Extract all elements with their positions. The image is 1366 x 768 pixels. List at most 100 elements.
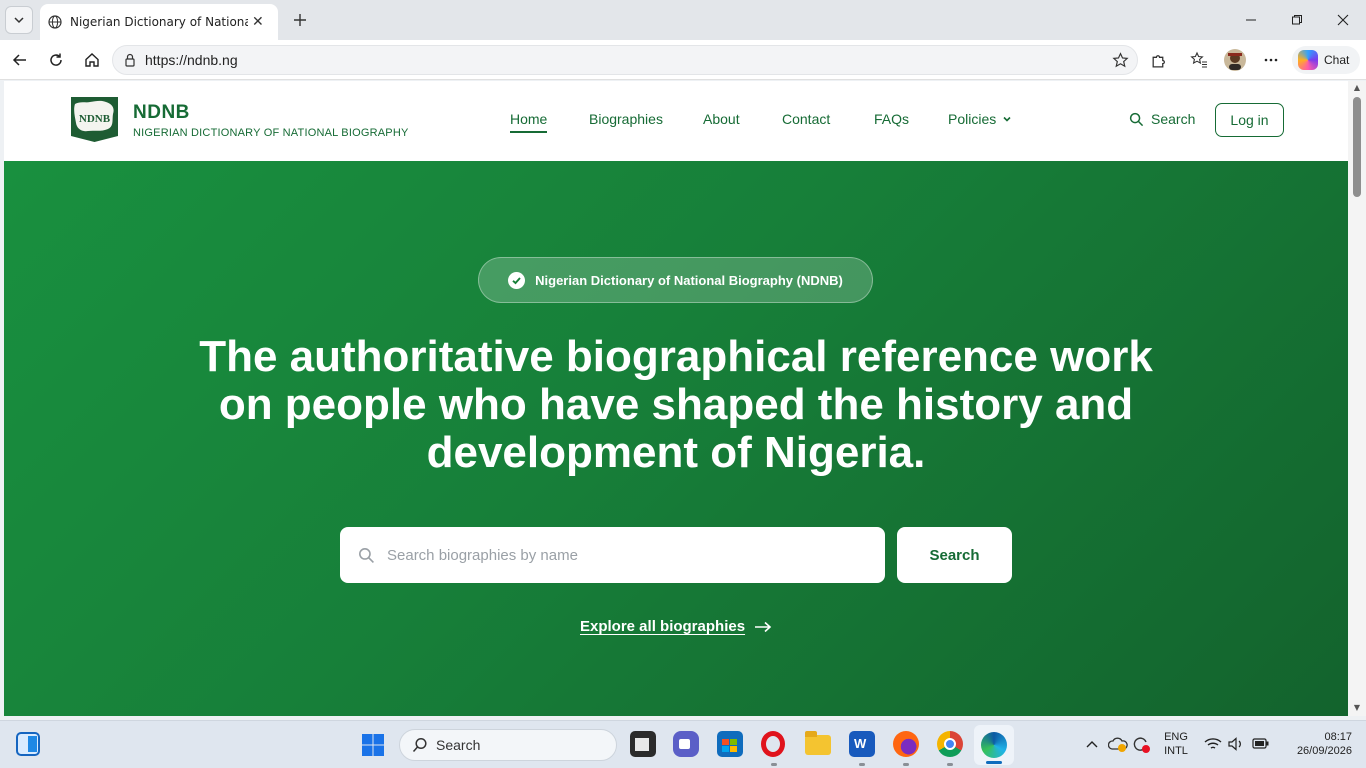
- header-search-label: Search: [1151, 111, 1196, 127]
- clock[interactable]: 08:17 26/09/2026: [1280, 731, 1352, 757]
- close-window-button[interactable]: [1320, 0, 1366, 40]
- clock-time: 08:17: [1324, 731, 1352, 743]
- extensions-button[interactable]: [1144, 46, 1172, 74]
- more-horizontal-icon: [1264, 58, 1278, 62]
- scroll-down-arrow-icon[interactable]: ▼: [1352, 703, 1362, 712]
- page-scrollbar[interactable]: ▲ ▼: [1348, 81, 1366, 716]
- refresh-icon: [50, 53, 62, 66]
- restore-icon: [1292, 15, 1302, 25]
- language-indicator[interactable]: ENG INTL: [1160, 731, 1192, 757]
- clock-date: 26/09/2026: [1296, 745, 1352, 757]
- lock-icon[interactable]: [123, 53, 137, 67]
- chevron-down-icon: [14, 17, 24, 24]
- nav-about[interactable]: About: [703, 111, 740, 127]
- logo-text: NDNB: [79, 113, 111, 125]
- word-icon[interactable]: W: [849, 731, 875, 757]
- minimize-button[interactable]: [1228, 0, 1274, 40]
- brand-subtitle: NIGERIAN DICTIONARY OF NATIONAL BIOGRAPH…: [133, 127, 409, 139]
- copilot-icon: [1298, 50, 1318, 70]
- keyboard-layout: INTL: [1164, 745, 1188, 757]
- search-icon: [359, 547, 374, 563]
- login-button[interactable]: Log in: [1215, 103, 1284, 137]
- running-indicator: [903, 763, 909, 766]
- windows-taskbar: Search W ENG INTL 08:17 26/09/2026: [0, 720, 1366, 768]
- address-bar[interactable]: https://ndnb.ng: [112, 45, 1138, 75]
- back-button[interactable]: [6, 46, 34, 74]
- header-search-button[interactable]: Search: [1129, 111, 1195, 127]
- nav-home[interactable]: Home: [510, 111, 548, 133]
- nav-contact[interactable]: Contact: [782, 111, 830, 127]
- restore-button[interactable]: [1274, 0, 1320, 40]
- close-icon: [1337, 14, 1349, 26]
- ndnb-logo[interactable]: NDNB: [68, 96, 121, 143]
- hero-badge: Nigerian Dictionary of National Biograph…: [478, 257, 873, 303]
- plus-icon: [294, 14, 306, 26]
- firefox-icon[interactable]: [893, 731, 919, 757]
- globe-icon: [48, 15, 62, 29]
- favorites-button[interactable]: [1185, 46, 1213, 74]
- favorites-list-icon: [1190, 51, 1207, 68]
- chevron-up-icon[interactable]: [1086, 739, 1098, 749]
- explore-biographies-link[interactable]: Explore all biographies: [580, 618, 772, 635]
- hero-title-line: development of Nigeria.: [426, 428, 926, 477]
- tab-title: Nigerian Dictionary of National Biograph…: [70, 15, 248, 29]
- brand-name[interactable]: NDNB: [133, 102, 190, 124]
- file-explorer-icon[interactable]: [805, 731, 831, 755]
- settings-more-button[interactable]: [1257, 46, 1285, 74]
- scroll-up-arrow-icon[interactable]: ▲: [1352, 83, 1362, 92]
- refresh-button[interactable]: [42, 46, 70, 74]
- hero-search-box[interactable]: [340, 527, 885, 583]
- browser-tab-active[interactable]: Nigerian Dictionary of National Biograph…: [40, 4, 278, 40]
- copilot-chat-button[interactable]: Chat: [1292, 46, 1360, 74]
- new-tab-button[interactable]: [288, 8, 312, 32]
- running-indicator: [947, 763, 953, 766]
- avatar: [1224, 49, 1246, 71]
- arrow-left-icon: [12, 54, 26, 66]
- chrome-icon[interactable]: [937, 731, 963, 757]
- wifi-icon[interactable]: [1204, 737, 1222, 751]
- check-circle-icon: [508, 271, 526, 289]
- teams-meet-icon[interactable]: [673, 731, 699, 757]
- chat-label: Chat: [1324, 53, 1350, 67]
- search-icon: [1129, 112, 1144, 126]
- hero-section: Nigerian Dictionary of National Biograph…: [4, 161, 1348, 716]
- minimize-icon: [1246, 19, 1256, 21]
- volume-icon[interactable]: [1228, 737, 1244, 751]
- onedrive-icon[interactable]: [1108, 735, 1128, 753]
- tab-actions-menu-button[interactable]: [5, 6, 33, 34]
- nav-policies-label: Policies: [948, 111, 997, 127]
- page-viewport: NDNB NDNB NIGERIAN DICTIONARY OF NATIONA…: [4, 81, 1348, 716]
- task-view-icon[interactable]: [630, 731, 656, 757]
- windows-start-icon[interactable]: [361, 733, 385, 757]
- url-text[interactable]: https://ndnb.ng: [145, 52, 238, 68]
- explore-link-label: Explore all biographies: [580, 618, 746, 635]
- running-indicator: [859, 763, 865, 766]
- microsoft-store-icon[interactable]: [717, 731, 743, 757]
- favorite-star-icon[interactable]: [1112, 51, 1129, 69]
- taskbar-search-box[interactable]: Search: [399, 729, 617, 761]
- widgets-icon[interactable]: [16, 732, 40, 756]
- sync-icon[interactable]: [1131, 734, 1151, 754]
- puzzle-icon: [1152, 54, 1165, 68]
- nav-policies[interactable]: Policies: [948, 111, 1012, 127]
- nav-biographies[interactable]: Biographies: [589, 111, 663, 127]
- hero-title-line: on people who have shaped the history an…: [218, 380, 1134, 429]
- search-icon: [412, 737, 427, 752]
- site-header: NDNB NDNB NIGERIAN DICTIONARY OF NATIONA…: [4, 81, 1348, 161]
- home-icon: [85, 53, 99, 67]
- nav-faqs[interactable]: FAQs: [874, 111, 909, 127]
- tab-close-icon[interactable]: ✕: [252, 14, 264, 30]
- profile-avatar-button[interactable]: [1221, 46, 1249, 74]
- biography-search-input[interactable]: [387, 546, 867, 564]
- edge-taskbar-active[interactable]: [974, 725, 1014, 765]
- browser-tab-strip: Nigerian Dictionary of National Biograph…: [0, 0, 1366, 40]
- opera-browser-icon[interactable]: [761, 731, 785, 757]
- taskbar-search-label: Search: [436, 737, 481, 753]
- chevron-down-icon: [1003, 116, 1011, 122]
- running-indicator: [771, 763, 777, 766]
- home-button[interactable]: [78, 46, 106, 74]
- battery-icon[interactable]: [1252, 737, 1270, 750]
- hero-search-button[interactable]: Search: [897, 527, 1012, 583]
- scrollbar-thumb[interactable]: [1353, 97, 1361, 197]
- hero-title-line: The authoritative biographical reference…: [199, 332, 1153, 381]
